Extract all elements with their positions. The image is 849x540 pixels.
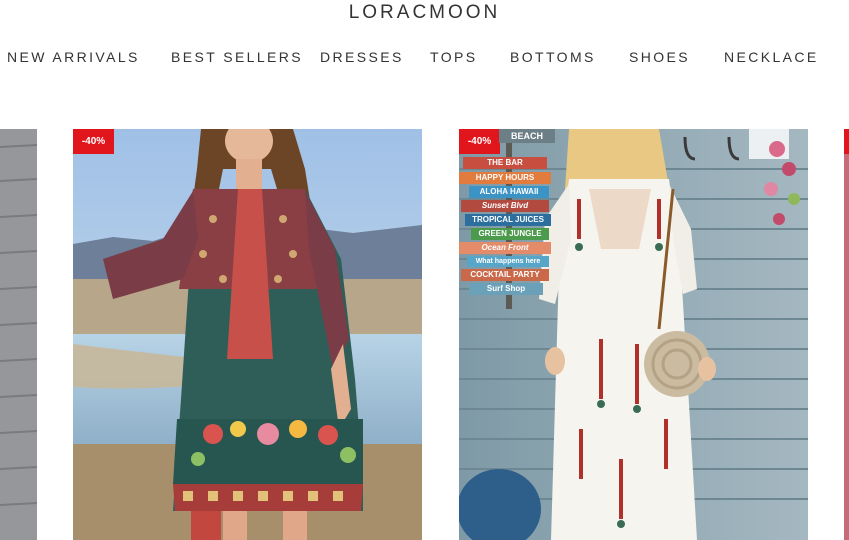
product-carousel: -40% -40% BEACH THE BAR HAPPY HOURS ALOH… xyxy=(0,129,849,540)
main-navigation: NEW ARRIVALS BEST SELLERS DRESSES TOPS B… xyxy=(0,49,849,69)
product-image-partial-left[interactable] xyxy=(0,129,37,540)
nav-item-best-sellers[interactable]: BEST SELLERS xyxy=(171,49,303,65)
product-card-partial-right[interactable] xyxy=(844,129,849,540)
product-card-boho-tunic[interactable]: -40% xyxy=(73,129,422,540)
nav-item-necklace[interactable]: NECKLACE xyxy=(724,49,819,65)
sign-board: Sunset Blvd xyxy=(461,200,549,212)
sign-board: THE BAR xyxy=(463,157,547,169)
sign-board: Ocean Front xyxy=(459,242,551,254)
product-card-white-maxi-dress[interactable]: -40% BEACH THE BAR HAPPY HOURS ALOHA HAW… xyxy=(459,129,808,540)
nav-item-dresses[interactable]: DRESSES xyxy=(320,49,404,65)
sign-board: What happens here xyxy=(467,256,549,267)
sign-board: TROPICAL JUICES xyxy=(465,214,551,226)
sign-board: BEACH xyxy=(499,129,555,143)
sign-board: Surf Shop xyxy=(469,283,543,295)
nav-item-tops[interactable]: TOPS xyxy=(430,49,477,65)
sign-board: GREEN JUNGLE xyxy=(471,228,549,240)
product-card-partial-left[interactable] xyxy=(0,129,37,540)
sign-board: ALOHA HAWAII xyxy=(469,186,549,198)
sign-board: COCKTAIL PARTY xyxy=(461,269,549,281)
beach-signs: BEACH THE BAR HAPPY HOURS ALOHA HAWAII S… xyxy=(459,129,559,299)
brand-logo[interactable]: LORACMOON xyxy=(0,2,849,24)
nav-item-new-arrivals[interactable]: NEW ARRIVALS xyxy=(7,49,140,65)
nav-item-shoes[interactable]: SHOES xyxy=(629,49,690,65)
sign-board: HAPPY HOURS xyxy=(459,172,551,184)
discount-badge: -40% xyxy=(73,129,114,154)
nav-item-bottoms[interactable]: BOTTOMS xyxy=(510,49,596,65)
product-image-boho-tunic[interactable] xyxy=(73,129,422,540)
product-image-partial-right[interactable] xyxy=(844,129,849,540)
